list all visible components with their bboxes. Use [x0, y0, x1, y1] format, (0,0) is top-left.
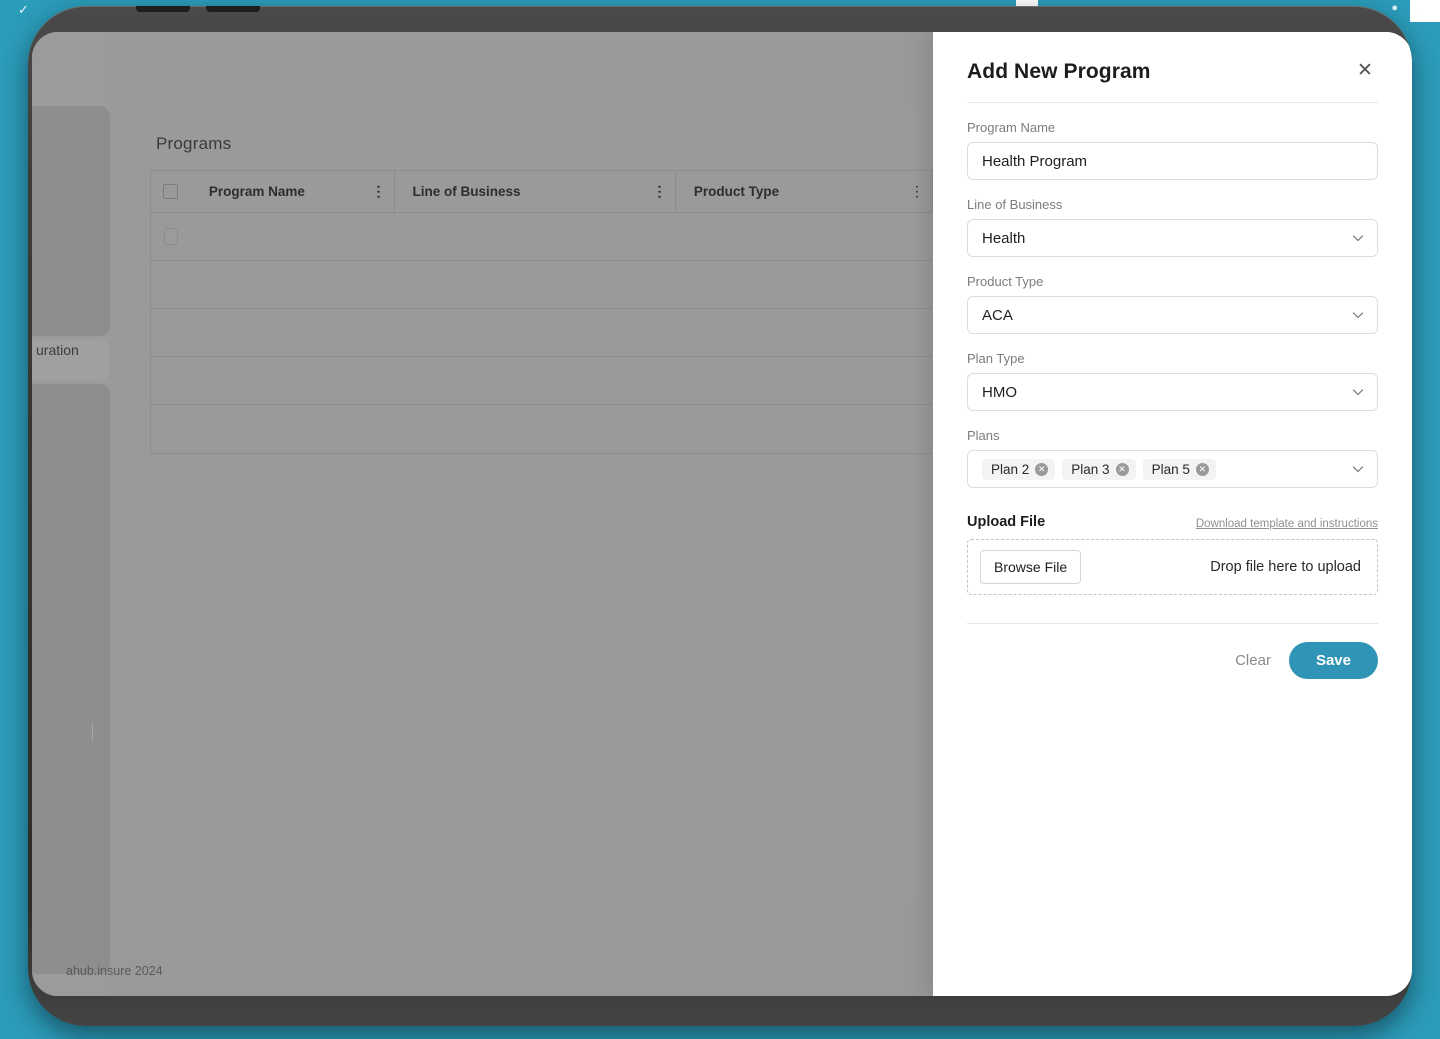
product-type-value: ACA: [982, 306, 1013, 324]
line-of-business-value: Health: [982, 229, 1026, 247]
main-content: Programs Program Name Line of Business P…: [66, 32, 933, 996]
field-product-type: Product Type ACA: [967, 274, 1378, 334]
product-type-label: Product Type: [967, 274, 1044, 289]
column-header-label: Line of Business: [412, 184, 521, 199]
remove-chip-icon[interactable]: ✕: [1035, 462, 1049, 476]
select-all-checkbox[interactable]: [163, 184, 179, 199]
chevron-down-icon: [1352, 386, 1364, 398]
column-menu-icon[interactable]: [915, 185, 919, 198]
close-icon[interactable]: ✕: [1352, 58, 1378, 84]
column-header-line-of-business[interactable]: Line of Business: [395, 170, 676, 213]
dropzone-hint-text: Drop file here to upload: [1210, 559, 1361, 575]
app-backdrop-dimmed[interactable]: uration Programs Program Name Line of Bu…: [32, 32, 933, 996]
field-plans: Plans Plan 2 ✕ Plan 3 ✕ Plan 5 ✕: [967, 428, 1378, 488]
plan-chip-label: Plan 3: [1071, 461, 1110, 477]
backdrop-white-strip: [1410, 0, 1440, 22]
programs-table: Program Name Line of Business Product Ty…: [150, 170, 933, 454]
plans-label: Plans: [967, 428, 1000, 443]
plan-chip[interactable]: Plan 5 ✕: [1142, 458, 1216, 480]
backdrop-left-glyph: ✓: [18, 2, 29, 17]
table-row[interactable]: [151, 405, 933, 453]
page-title: Programs: [156, 134, 232, 153]
field-line-of-business: Line of Business Health: [967, 197, 1378, 257]
programs-panel: Programs Program Name Line of Business P…: [132, 110, 933, 900]
field-program-name: Program Name Health Program: [967, 120, 1378, 180]
row-checkbox[interactable]: [164, 228, 178, 245]
plan-chip[interactable]: Plan 3 ✕: [1062, 458, 1136, 480]
add-new-program-drawer: Add New Program ✕ Program Name Health Pr…: [933, 32, 1412, 996]
column-header-label: Product Type: [693, 184, 780, 199]
sidebar-divider: [92, 724, 93, 740]
chevron-down-icon: [1352, 232, 1364, 244]
plan-chip[interactable]: Plan 2 ✕: [982, 458, 1056, 480]
line-of-business-label: Line of Business: [967, 197, 1063, 212]
save-button[interactable]: Save: [1288, 642, 1378, 679]
plans-multiselect[interactable]: Plan 2 ✕ Plan 3 ✕ Plan 5 ✕: [967, 450, 1378, 488]
plan-chip-label: Plan 5: [1151, 461, 1190, 477]
select-all-header-cell[interactable]: [151, 171, 191, 213]
column-menu-icon[interactable]: [658, 185, 661, 198]
tablet-device-frame: uration Programs Program Name Line of Bu…: [28, 6, 1412, 1026]
column-header-product-type[interactable]: Product Type: [676, 170, 933, 213]
drawer-title: Add New Program: [967, 60, 1151, 83]
chevron-down-icon: [1352, 309, 1364, 321]
app-footer: ahub.insure 2024: [66, 940, 933, 996]
plan-type-label: Plan Type: [967, 351, 1025, 366]
column-header-program-name[interactable]: Program Name: [191, 170, 395, 213]
column-header-label: Program Name: [208, 184, 305, 199]
file-dropzone[interactable]: Browse File Drop file here to upload: [967, 539, 1378, 595]
table-row[interactable]: [151, 261, 933, 309]
upload-file-header: Upload File Download template and instru…: [967, 514, 1378, 530]
program-name-input-wrapper[interactable]: Health Program: [967, 142, 1378, 180]
table-row[interactable]: [151, 357, 933, 405]
device-speaker-left: [136, 6, 190, 12]
table-row[interactable]: [151, 213, 933, 261]
device-screen: uration Programs Program Name Line of Bu…: [32, 32, 1412, 996]
plan-type-value: HMO: [982, 383, 1017, 401]
program-name-input-value[interactable]: Health Program: [982, 153, 1087, 170]
remove-chip-icon[interactable]: ✕: [1115, 462, 1129, 476]
drawer-actions: Clear Save: [967, 624, 1378, 679]
column-menu-icon[interactable]: [377, 185, 380, 198]
clear-button[interactable]: Clear: [1235, 652, 1271, 669]
table-row[interactable]: [151, 309, 933, 357]
browse-file-button[interactable]: Browse File: [980, 550, 1082, 584]
chevron-down-icon: [1352, 463, 1364, 475]
plan-type-select[interactable]: HMO: [967, 373, 1378, 411]
backdrop-right-glyph: ●: [1391, 2, 1398, 14]
sidebar[interactable]: uration: [32, 32, 110, 996]
program-name-label: Program Name: [967, 120, 1056, 135]
product-type-select[interactable]: ACA: [967, 296, 1378, 334]
footer-copyright: ahub.insure 2024: [66, 964, 163, 978]
upload-file-title: Upload File: [967, 514, 1046, 530]
sidebar-group-bottom[interactable]: [32, 384, 110, 974]
plan-chip-label: Plan 2: [991, 461, 1030, 477]
field-plan-type: Plan Type HMO: [967, 351, 1378, 411]
sidebar-group-top[interactable]: [32, 106, 110, 336]
line-of-business-select[interactable]: Health: [967, 219, 1378, 257]
plans-chip-list: Plan 2 ✕ Plan 3 ✕ Plan 5 ✕: [982, 458, 1216, 480]
drawer-header: Add New Program ✕: [967, 32, 1378, 103]
sidebar-item-configuration-label: uration: [36, 342, 79, 358]
upload-file-section: Upload File Download template and instru…: [967, 514, 1378, 595]
remove-chip-icon[interactable]: ✕: [1195, 462, 1209, 476]
row-select-cell[interactable]: [151, 228, 191, 245]
download-template-link[interactable]: Download template and instructions: [1196, 518, 1378, 530]
device-speaker-right: [206, 6, 260, 12]
table-header-row: Program Name Line of Business Product Ty…: [151, 170, 933, 213]
